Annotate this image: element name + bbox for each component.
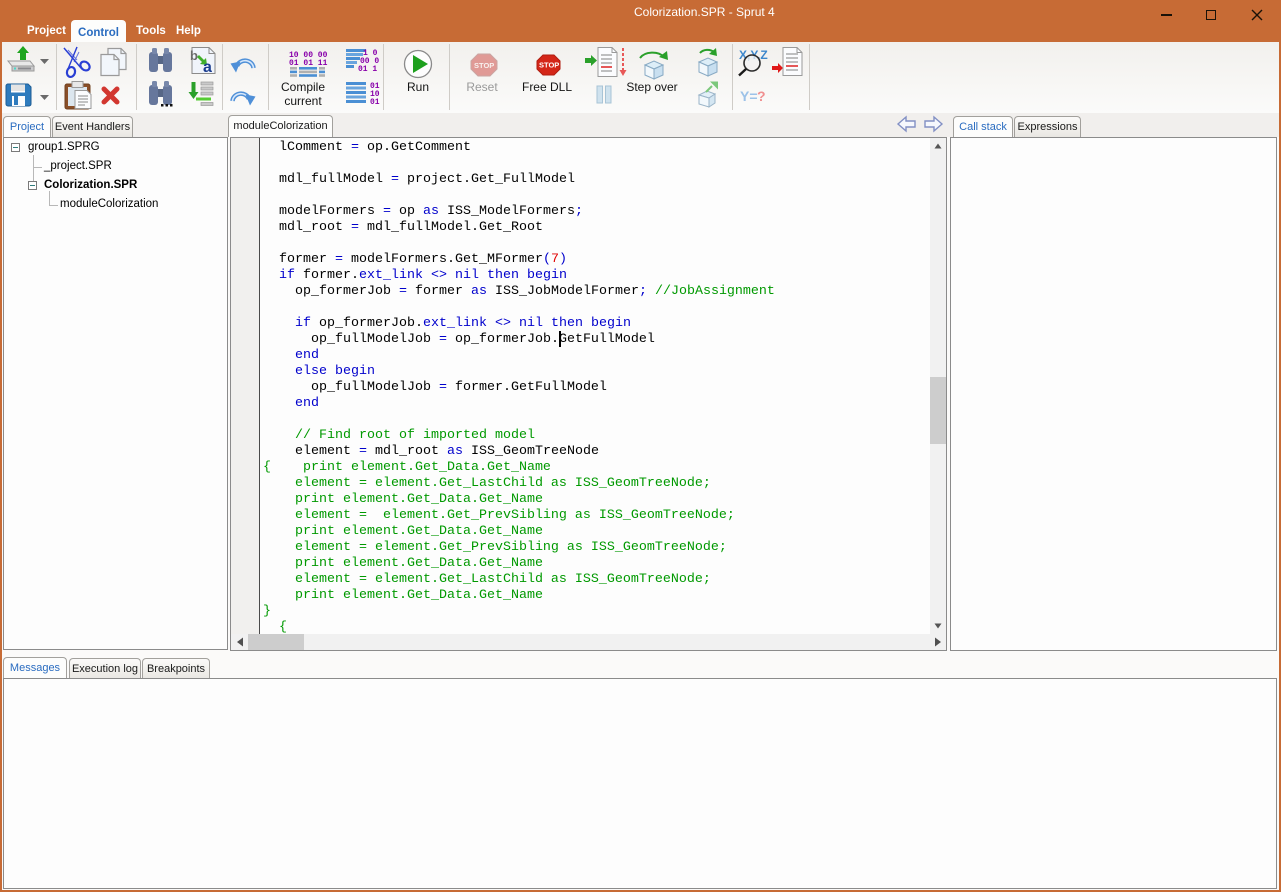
svg-text:a: a [203, 59, 212, 76]
svg-text:STOP: STOP [474, 61, 494, 70]
svg-text:01 01 11: 01 01 11 [289, 59, 328, 68]
svg-text:?: ? [757, 88, 766, 104]
svg-text:STOP: STOP [539, 61, 559, 70]
svg-text:b: b [190, 48, 198, 63]
svg-text:01: 01 [370, 98, 380, 107]
svg-text:01 1: 01 1 [358, 65, 377, 74]
svg-text:Y=: Y= [740, 88, 758, 104]
